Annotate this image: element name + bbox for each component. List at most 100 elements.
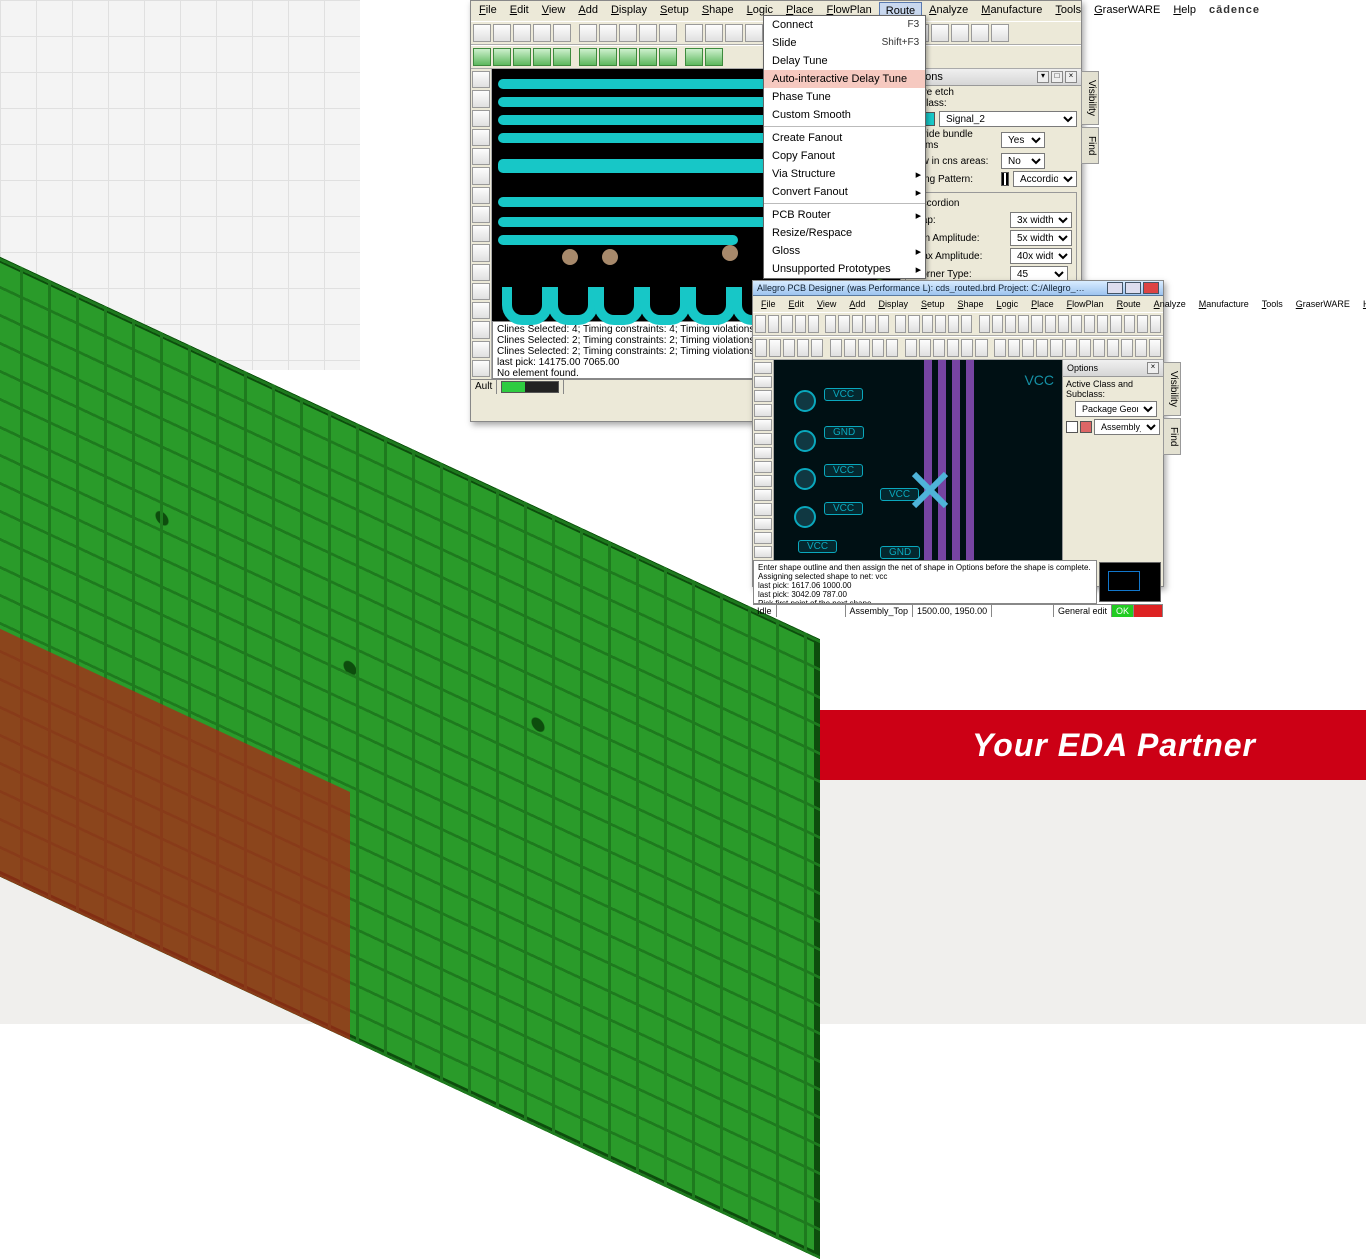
palette-tool[interactable]: [754, 390, 772, 402]
menu-item[interactable]: Auto-interactive Delay Tune: [764, 70, 925, 88]
maximize-icon[interactable]: [1125, 282, 1141, 294]
toolbar-button[interactable]: [745, 24, 763, 42]
toolbar-button[interactable]: [991, 24, 1009, 42]
toolbar-button[interactable]: [769, 339, 781, 357]
close-icon[interactable]: [1143, 282, 1159, 294]
toolbar-button[interactable]: [755, 339, 767, 357]
swatch-icon[interactable]: [1080, 421, 1092, 433]
option-select[interactable]: 5x width: [1010, 230, 1072, 246]
toolbar-button[interactable]: [1018, 315, 1029, 333]
toolbar-button[interactable]: [1097, 315, 1108, 333]
palette-tool[interactable]: [472, 360, 490, 377]
toolbar-button[interactable]: [473, 24, 491, 42]
palette-tool[interactable]: [754, 404, 772, 416]
menu-setup[interactable]: Setup: [915, 297, 951, 311]
toolbar-button[interactable]: [1149, 339, 1161, 357]
allow-select[interactable]: No: [1001, 153, 1045, 169]
toolbar-button[interactable]: [1022, 339, 1034, 357]
palette-tool[interactable]: [472, 321, 490, 338]
side-tab-visibility[interactable]: Visibility: [1081, 71, 1099, 125]
option-select[interactable]: 3x width: [1010, 212, 1072, 228]
palette-tool[interactable]: [472, 341, 490, 358]
menu-place[interactable]: Place: [1025, 297, 1060, 311]
toolbar-button[interactable]: [830, 339, 842, 357]
toolbar-button[interactable]: [838, 315, 849, 333]
minimize-icon[interactable]: [1107, 282, 1123, 294]
toolbar-secondary[interactable]: [753, 336, 1163, 360]
toolbar-button[interactable]: [781, 315, 792, 333]
palette-tool[interactable]: [472, 110, 490, 127]
menu-item[interactable]: Convert Fanout▸: [764, 183, 925, 201]
toolbar-button[interactable]: [599, 24, 617, 42]
toolbar-button[interactable]: [705, 48, 723, 66]
toolbar-button[interactable]: [619, 48, 637, 66]
menu-view[interactable]: View: [811, 297, 842, 311]
menu-tools[interactable]: Tools: [1049, 2, 1087, 20]
toolbar-button[interactable]: [639, 48, 657, 66]
menu-display[interactable]: Display: [605, 2, 653, 20]
toolbar-button[interactable]: [579, 48, 597, 66]
toolbar-button[interactable]: [1107, 339, 1119, 357]
toolbar-button[interactable]: [553, 24, 571, 42]
toolbar-button[interactable]: [768, 315, 779, 333]
toolbar-button[interactable]: [872, 339, 884, 357]
toolbar-button[interactable]: [659, 48, 677, 66]
toolbar-button[interactable]: [1031, 315, 1042, 333]
palette-tool[interactable]: [472, 167, 490, 184]
subclass-select[interactable]: Assembly_Top: [1094, 419, 1160, 435]
menu-add[interactable]: Add: [843, 297, 871, 311]
toolbar-button[interactable]: [1071, 315, 1082, 333]
toolbar-button[interactable]: [533, 48, 551, 66]
toolbar-button[interactable]: [994, 339, 1006, 357]
menu-file[interactable]: File: [473, 2, 503, 20]
toolbar-button[interactable]: [553, 48, 571, 66]
menu-item[interactable]: Via Structure▸: [764, 165, 925, 183]
toolbar-button[interactable]: [865, 315, 876, 333]
toolbar-button[interactable]: [811, 339, 823, 357]
toolbar-button[interactable]: [1135, 339, 1147, 357]
menu-help[interactable]: Help: [1167, 2, 1202, 20]
palette-tool[interactable]: [472, 71, 490, 88]
toolbar-button[interactable]: [908, 315, 919, 333]
menu-edit[interactable]: Edit: [504, 2, 535, 20]
toolbar-button[interactable]: [1050, 339, 1062, 357]
design-canvas[interactable]: VCC GND VCC VCC VCC VCC GND VCC: [774, 360, 1062, 560]
panel-close-icon[interactable]: ×: [1065, 71, 1077, 83]
palette-tool[interactable]: [472, 129, 490, 146]
palette-tool[interactable]: [472, 206, 490, 223]
tool-palette-left[interactable]: [753, 360, 774, 560]
panel-max-icon[interactable]: □: [1051, 71, 1063, 83]
toolbar-button[interactable]: [493, 24, 511, 42]
etch-subclass-select[interactable]: Signal_2: [939, 111, 1077, 127]
menu-manufacture[interactable]: Manufacture: [975, 2, 1048, 20]
toolbar-button[interactable]: [971, 24, 989, 42]
side-tabs[interactable]: VisibilityFind: [1163, 362, 1181, 455]
toolbar-button[interactable]: [919, 339, 931, 357]
route-menu[interactable]: ConnectF3SlideShift+F3Delay TuneAuto-int…: [763, 15, 926, 279]
menu-graserware[interactable]: GraserWARE: [1088, 2, 1166, 20]
toolbar-button[interactable]: [886, 339, 898, 357]
menu-flowplan[interactable]: FlowPlan: [1061, 297, 1110, 311]
side-tab-find[interactable]: Find: [1163, 418, 1181, 455]
visibility-checkbox[interactable]: [1066, 421, 1078, 433]
toolbar-button[interactable]: [639, 24, 657, 42]
palette-tool[interactable]: [472, 225, 490, 242]
toolbar-button[interactable]: [975, 339, 987, 357]
toolbar-button[interactable]: [1137, 315, 1148, 333]
toolbar-button[interactable]: [858, 339, 870, 357]
toolbar-button[interactable]: [905, 339, 917, 357]
menu-item[interactable]: ConnectF3: [764, 16, 925, 34]
toolbar-button[interactable]: [852, 315, 863, 333]
toolbar-button[interactable]: [992, 315, 1003, 333]
worldview-thumbnail[interactable]: [1099, 562, 1161, 602]
toolbar-button[interactable]: [1045, 315, 1056, 333]
menu-add[interactable]: Add: [572, 2, 604, 20]
toolbar-button[interactable]: [579, 24, 597, 42]
palette-tool[interactable]: [754, 532, 772, 544]
tool-palette-left[interactable]: [471, 69, 492, 379]
menu-help[interactable]: Help: [1357, 297, 1366, 311]
toolbar-button[interactable]: [961, 315, 972, 333]
toolbar-button[interactable]: [1005, 315, 1016, 333]
class-select[interactable]: Package Geometry: [1075, 401, 1157, 417]
toolbar-button[interactable]: [878, 315, 889, 333]
